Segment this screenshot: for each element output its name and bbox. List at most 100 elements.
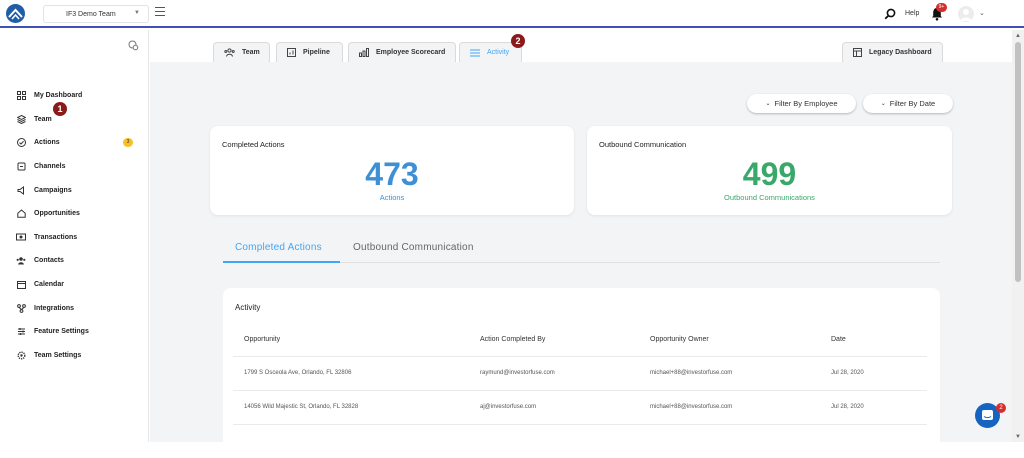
date-cell: Jul 28, 2020 (831, 404, 864, 410)
sidebar-item-actions[interactable]: Actions 3 (0, 131, 149, 155)
opportunity-cell[interactable]: 14056 Wild Majestic St, Orlando, FL 3282… (244, 404, 358, 410)
tab-label: Activity (487, 49, 510, 56)
help-link[interactable]: Help (905, 10, 919, 17)
cash-icon (16, 232, 26, 242)
tab-label: Employee Scorecard (376, 49, 446, 56)
app-logo[interactable] (6, 4, 25, 23)
gear-icon (16, 350, 26, 360)
tab-label: Pipeline (303, 49, 330, 56)
sidebar-item-label: Team Settings (34, 351, 82, 359)
sidebar-item-label: Integrations (34, 304, 75, 312)
completed-actions-card: Completed Actions 473 Actions (210, 126, 574, 215)
grid-icon (16, 91, 26, 101)
tab-label: Team (242, 49, 260, 56)
activity-subtabs: Completed Actions Outbound Communication (223, 233, 940, 263)
owner-cell: michael+88@investorfuse.com (650, 370, 733, 376)
vertical-scrollbar[interactable]: ▲ ▼ (1012, 30, 1024, 442)
tab-label: Legacy Dashboard (869, 49, 932, 56)
chevron-down-icon: ⌄ (765, 101, 771, 107)
column-header[interactable]: Action Completed By (480, 336, 545, 343)
check-circle-icon (16, 138, 26, 148)
table-row[interactable]: 1799 S Osceola Ave, Orlando, FL 32806 ra… (233, 356, 927, 390)
tab-pipeline[interactable]: Pipeline (276, 42, 343, 62)
completed-by-cell: raymund@investorfuse.com (480, 370, 555, 376)
sidebar-item-team[interactable]: Team (0, 108, 149, 132)
layers-icon (16, 114, 26, 124)
card-title: Completed Actions (222, 140, 285, 149)
chat-badge: 2 (996, 403, 1006, 413)
filter-label: Filter By Date (889, 99, 936, 108)
subtab-completed-actions[interactable]: Completed Actions (235, 242, 322, 253)
sidebar-nav: My Dashboard Team Actions 3 Channels Cam… (0, 84, 149, 367)
list-icon (470, 49, 480, 57)
sidebar-item-team-settings[interactable]: Team Settings (0, 344, 149, 368)
sidebar-item-label: Transactions (34, 233, 78, 241)
search-icon[interactable] (884, 7, 896, 25)
dashboard-icon (853, 48, 862, 57)
owner-cell: michael+88@investorfuse.com (650, 404, 733, 410)
integration-icon (16, 303, 26, 313)
sidebar-item-label: Campaigns (34, 186, 72, 194)
sidebar-item-label: Team (34, 115, 52, 123)
settings-toggle-icon[interactable] (128, 38, 139, 56)
sidebar-item-calendar[interactable]: Calendar (0, 273, 149, 297)
filter-by-date-button[interactable]: ⌄ Filter By Date (863, 94, 953, 113)
column-header[interactable]: Opportunity (244, 336, 280, 343)
table-row[interactable] (233, 424, 927, 458)
tab-team[interactable]: Team (213, 42, 270, 62)
sidebar-item-label: Calendar (34, 281, 64, 289)
step-marker-1: 1 (53, 102, 67, 116)
completed-actions-subtitle: Actions (379, 193, 405, 202)
people-icon (16, 256, 26, 266)
sidebar-item-feature-settings[interactable]: Feature Settings (0, 320, 149, 344)
column-header[interactable]: Date (831, 336, 846, 343)
sidebar-item-contacts[interactable]: Contacts (0, 249, 149, 273)
share-icon (16, 162, 26, 172)
active-subtab-indicator (223, 261, 340, 263)
notification-badge: 9+ (936, 3, 947, 12)
team-select[interactable]: IF3 Demo Team ▼ (43, 5, 149, 23)
column-header[interactable]: Opportunity Owner (650, 336, 709, 343)
actions-count-badge: 3 (123, 138, 133, 148)
sidebar-item-campaigns[interactable]: Campaigns (0, 178, 149, 202)
sidebar-item-integrations[interactable]: Integrations (0, 296, 149, 320)
sidebar: My Dashboard Team Actions 3 Channels Cam… (0, 30, 149, 442)
scroll-down-icon[interactable]: ▼ (1015, 434, 1021, 440)
sidebar-item-label: My Dashboard (34, 92, 83, 100)
activity-table-card: Activity Opportunity Action Completed By… (223, 288, 940, 448)
sidebar-item-channels[interactable]: Channels (0, 155, 149, 179)
sidebar-item-label: Feature Settings (34, 328, 89, 336)
sidebar-item-transactions[interactable]: Transactions (0, 226, 149, 250)
menu-icon[interactable] (155, 7, 165, 16)
sidebar-item-label: Contacts (34, 257, 64, 265)
chevron-down-icon: ⌄ (880, 101, 886, 107)
filter-label: Filter By Employee (774, 99, 838, 108)
tab-employee-scorecard[interactable]: Employee Scorecard (348, 42, 456, 62)
outbound-communication-subtitle: Outbound Communications (724, 193, 815, 202)
megaphone-icon (16, 185, 26, 195)
subtab-outbound-communication[interactable]: Outbound Communication (353, 242, 474, 253)
table-row[interactable]: 14056 Wild Majestic St, Orlando, FL 3282… (233, 390, 927, 424)
tab-legacy-dashboard[interactable]: Legacy Dashboard (842, 42, 943, 62)
scroll-up-icon[interactable]: ▲ (1015, 33, 1021, 39)
completed-actions-count: 473 (365, 156, 419, 192)
sidebar-item-my-dashboard[interactable]: My Dashboard (0, 84, 149, 108)
filter-by-employee-button[interactable]: ⌄ Filter By Employee (747, 94, 856, 113)
dashboard-tabs: Team Pipeline Employee Scorecard Activit… (150, 30, 1012, 62)
sidebar-item-label: Channels (34, 163, 66, 171)
opportunity-cell[interactable]: 1799 S Osceola Ave, Orlando, FL 32806 (244, 370, 351, 376)
table-title: Activity (235, 303, 261, 312)
sidebar-item-label: Actions (34, 139, 60, 147)
step-marker-2: 2 (511, 34, 525, 48)
outbound-communication-card: Outbound Communication 499 Outbound Comm… (587, 126, 952, 215)
avatar[interactable] (958, 6, 974, 22)
card-title: Outbound Communication (599, 140, 687, 149)
sidebar-item-opportunities[interactable]: Opportunities (0, 202, 149, 226)
house-icon (16, 209, 26, 219)
chevron-down-icon[interactable]: ⌄ (979, 9, 985, 17)
calendar-icon (16, 280, 26, 290)
chevron-down-icon: ▼ (134, 10, 140, 16)
date-cell: Jul 28, 2020 (831, 370, 864, 376)
top-bar: IF3 Demo Team ▼ Help 9+ ⌄ (0, 0, 1024, 28)
scroll-thumb[interactable] (1015, 42, 1021, 282)
